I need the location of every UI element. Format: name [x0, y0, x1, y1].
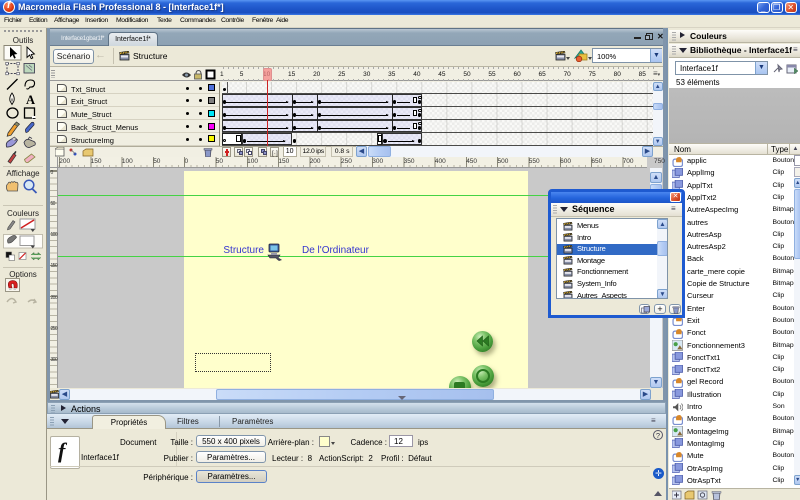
svg-text:A: A — [26, 93, 35, 107]
